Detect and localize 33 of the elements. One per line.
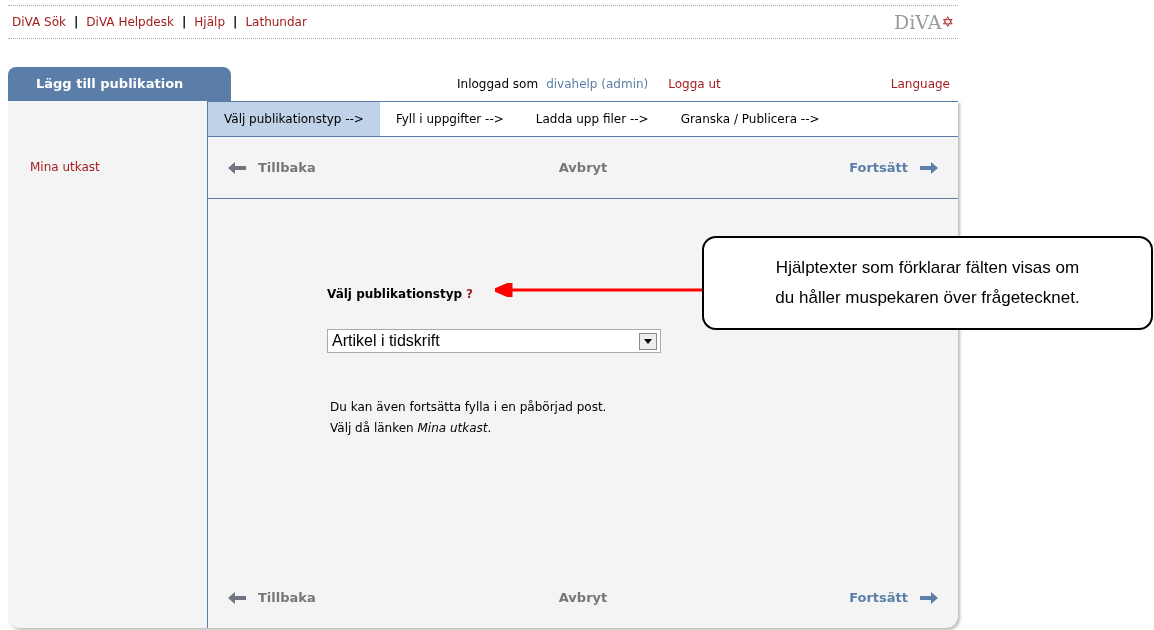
- forward-arrow-icon: [920, 591, 938, 604]
- main-tab[interactable]: Lägg till publikation: [8, 67, 231, 101]
- callout-text: du håller muspekaren över frågetecknet.: [775, 287, 1080, 309]
- cancel-link[interactable]: Avbryt: [558, 157, 608, 178]
- link-separator: |: [181, 14, 187, 31]
- link-separator: |: [233, 14, 238, 31]
- forward-arrow-icon: [920, 161, 938, 174]
- dropdown-icon: [639, 332, 657, 350]
- link-separator: |: [73, 14, 79, 31]
- step-tab[interactable]: Välj publikationstyp -->: [208, 102, 380, 136]
- type-select[interactable]: Artikel i tidskrift: [327, 329, 661, 353]
- back-link[interactable]: Tillbaka: [258, 157, 316, 178]
- sidebar-link[interactable]: Mina utkast: [30, 158, 207, 176]
- hint-text: Du kan även fortsätta fylla i en påbörjad post.: [330, 399, 608, 416]
- back-link[interactable]: Tillbaka: [258, 587, 316, 608]
- callout-text: Hjälptexter som förklarar fälten visas om: [775, 257, 1080, 279]
- top-link[interactable]: Lathundar: [245, 13, 307, 31]
- hint-text: Välj då länken Mina utkast.: [330, 420, 493, 437]
- top-link[interactable]: Hjälp: [194, 13, 225, 31]
- logo: DiVA✡: [893, 9, 955, 35]
- language-link[interactable]: Language: [890, 75, 950, 93]
- top-link[interactable]: DiVA Sök: [12, 13, 66, 31]
- back-arrow-icon: [228, 161, 246, 174]
- cancel-link[interactable]: Avbryt: [558, 587, 608, 608]
- field-label: Välj publikationstyp: [327, 286, 463, 303]
- help-mark[interactable]: ?: [466, 285, 474, 303]
- logged-in-label: Inloggad som: [457, 76, 539, 93]
- user-link[interactable]: divahelp (admin): [546, 75, 649, 93]
- back-arrow-icon: [228, 591, 246, 604]
- continue-link[interactable]: Fortsätt: [849, 157, 908, 178]
- logout-link[interactable]: Logga ut: [668, 75, 721, 93]
- top-link[interactable]: DiVA Helpdesk: [86, 13, 174, 31]
- continue-link[interactable]: Fortsätt: [849, 587, 908, 608]
